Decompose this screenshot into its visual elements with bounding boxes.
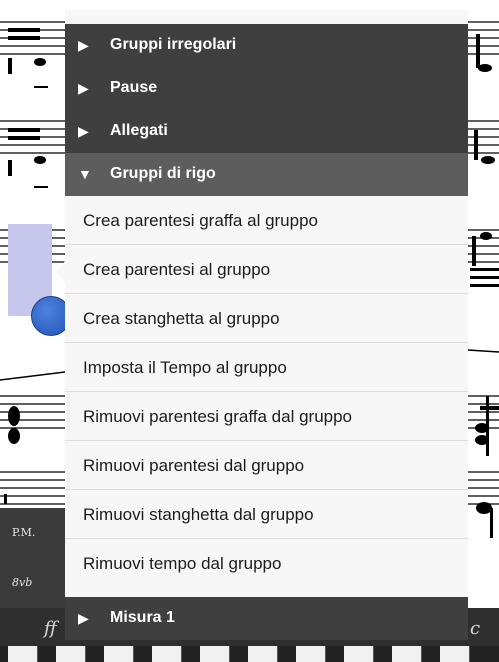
menu-item-label: Crea parentesi al gruppo	[83, 260, 271, 279]
menu-item-crea-stanghetta[interactable]: Crea stanghetta al gruppo	[65, 294, 468, 343]
piano-key[interactable]	[344, 646, 374, 662]
piano-key[interactable]	[104, 646, 134, 662]
piano-key[interactable]	[152, 646, 182, 662]
section-gruppi-irregolari[interactable]: ▶ Gruppi irregolari	[65, 24, 468, 67]
triangle-down-icon: ▼	[78, 166, 92, 182]
menu-item-label: Imposta il Tempo al gruppo	[83, 358, 287, 377]
menu-item-rimuovi-parentesi-graffa[interactable]: Rimuovi parentesi graffa dal gruppo	[65, 392, 468, 441]
piano-key[interactable]	[440, 646, 470, 662]
menu-item-rimuovi-stanghetta[interactable]: Rimuovi stanghetta dal gruppo	[65, 490, 468, 539]
menu-item-rimuovi-tempo[interactable]: Rimuovi tempo dal gruppo	[65, 539, 468, 588]
triangle-right-icon: ▶	[78, 37, 89, 53]
section-label: Pause	[110, 79, 158, 96]
context-menu-popover: ▶ Gruppi irregolari ▶ Pause ▶ Allegati ▼…	[65, 10, 468, 640]
section-allegati[interactable]: ▶ Allegati	[65, 110, 468, 153]
section-misura-1[interactable]: ▶ Misura 1	[65, 597, 468, 640]
menu-item-label: Rimuovi tempo dal gruppo	[83, 554, 282, 573]
menu-item-label: Crea parentesi graffa al gruppo	[83, 211, 319, 230]
notation-palette[interactable]: P.M. 8vb	[0, 508, 65, 608]
menu-item-crea-parentesi[interactable]: Crea parentesi al gruppo	[65, 245, 468, 294]
toolbar-glyph[interactable]: c	[470, 618, 480, 639]
triangle-right-icon: ▶	[78, 80, 89, 96]
menu-item-imposta-tempo[interactable]: Imposta il Tempo al gruppo	[65, 343, 468, 392]
menu-item-label: Rimuovi stanghetta dal gruppo	[83, 505, 314, 524]
piano-keyboard[interactable]	[0, 646, 499, 662]
piano-key[interactable]	[296, 646, 326, 662]
menu-item-label: Rimuovi parentesi dal gruppo	[83, 456, 305, 475]
dynamic-ff-icon[interactable]: ff	[44, 618, 57, 639]
menu-item-label: Rimuovi parentesi graffa dal gruppo	[83, 407, 353, 426]
piano-key[interactable]	[8, 646, 38, 662]
palm-mute-label[interactable]: P.M.	[12, 526, 35, 539]
menu-item-rimuovi-parentesi[interactable]: Rimuovi parentesi dal gruppo	[65, 441, 468, 490]
section-label: Gruppi irregolari	[110, 36, 237, 53]
section-label: Misura 1	[110, 609, 175, 626]
menu-item-crea-parentesi-graffa[interactable]: Crea parentesi graffa al gruppo	[65, 196, 468, 245]
piano-key[interactable]	[248, 646, 278, 662]
section-pause[interactable]: ▶ Pause	[65, 67, 468, 110]
section-label: Allegati	[110, 122, 168, 139]
menu-item-label: Crea stanghetta al gruppo	[83, 309, 280, 328]
ottava-bassa-label[interactable]: 8vb	[12, 576, 32, 589]
piano-key[interactable]	[392, 646, 422, 662]
section-label: Gruppi di rigo	[110, 165, 216, 182]
triangle-right-icon: ▶	[78, 610, 89, 626]
triangle-right-icon: ▶	[78, 123, 89, 139]
section-gruppi-di-rigo[interactable]: ▼ Gruppi di rigo	[65, 153, 468, 196]
piano-key[interactable]	[200, 646, 230, 662]
piano-key[interactable]	[56, 646, 86, 662]
